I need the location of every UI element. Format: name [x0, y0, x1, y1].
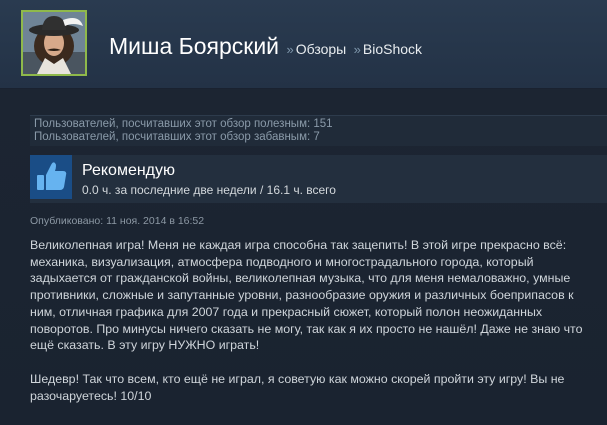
- review-content: Пользователей, посчитавших этот обзор по…: [0, 89, 607, 425]
- thumbs-up-badge[interactable]: [30, 155, 72, 199]
- thumbs-up-icon: [30, 155, 72, 199]
- helpful-stats: Пользователей, посчитавших этот обзор по…: [30, 115, 607, 146]
- breadcrumb-separator: »: [286, 42, 294, 57]
- avatar[interactable]: [21, 10, 87, 76]
- posted-date: Опубликовано: 11 ноя. 2014 в 16:52: [30, 215, 205, 227]
- breadcrumb-reviews-link[interactable]: Обзоры: [296, 41, 347, 57]
- avatar-portrait-icon: [23, 12, 85, 74]
- funny-count: Пользователей, посчитавших этот обзор за…: [34, 131, 320, 143]
- breadcrumb-game-link[interactable]: BioShock: [363, 41, 422, 57]
- breadcrumb-separator: »: [353, 42, 361, 57]
- playtime-hours: 0.0 ч. за последние две недели / 16.1 ч.…: [82, 183, 336, 197]
- review-paragraph: Шедевр! Так что всем, кто ещё не играл, …: [30, 371, 565, 403]
- review-text: Великолепная игра! Меня не каждая игра с…: [30, 237, 602, 421]
- recommendation-title[interactable]: Рекомендую: [82, 162, 175, 180]
- review-paragraph: Великолепная игра! Меня не каждая игра с…: [30, 238, 583, 353]
- breadcrumb: Миша Боярский » Обзоры » BioShock: [109, 33, 422, 60]
- recommendation-header: Рекомендую 0.0 ч. за последние две недел…: [30, 155, 607, 203]
- profile-header: Миша Боярский » Обзоры » BioShock: [0, 0, 607, 89]
- helpful-count: Пользователей, посчитавших этот обзор по…: [34, 118, 333, 130]
- profile-name-link[interactable]: Миша Боярский: [109, 33, 279, 59]
